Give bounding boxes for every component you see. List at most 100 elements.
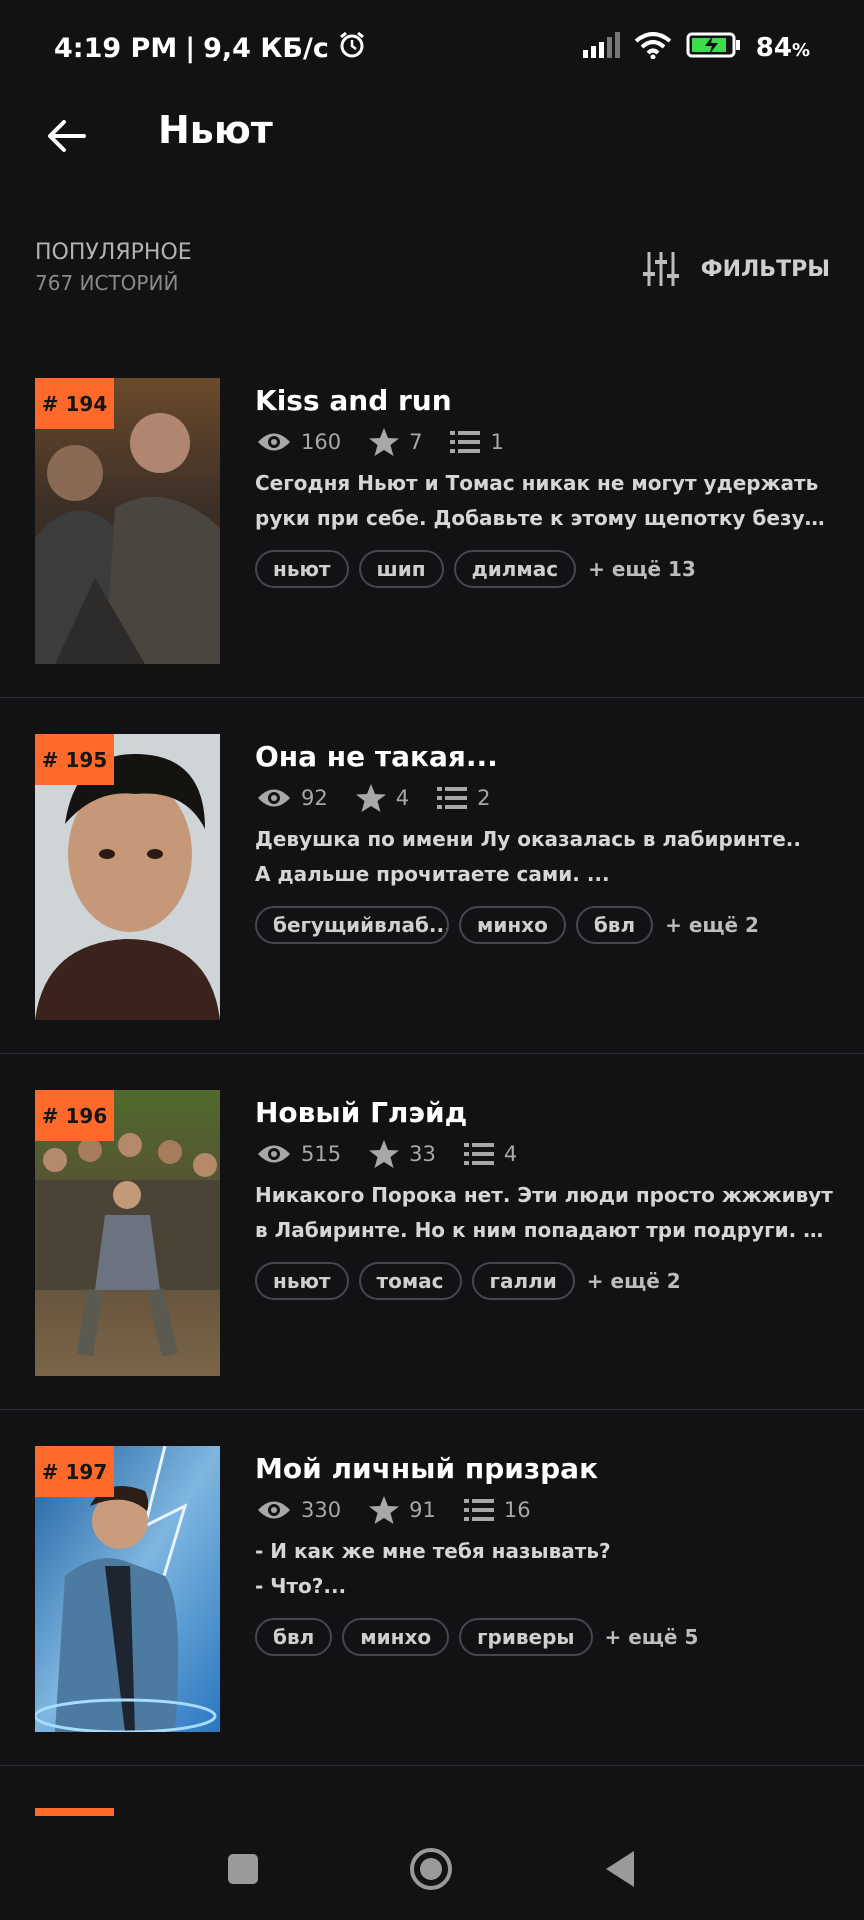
stars-stat: 33: [369, 1140, 436, 1168]
story-cover[interactable]: # 194: [35, 378, 220, 664]
recents-button[interactable]: [220, 1846, 266, 1892]
story-title[interactable]: Мой личный призрак: [255, 1452, 598, 1485]
tag-chip[interactable]: минхо: [342, 1618, 450, 1656]
tag-chip[interactable]: дилмас: [453, 550, 577, 588]
story-stats: 160 7 1: [257, 428, 532, 456]
stars-stat: 4: [355, 784, 410, 812]
story-title[interactable]: Новый Глэйд: [255, 1096, 467, 1129]
story-cover[interactable]: # 197: [35, 1446, 220, 1732]
home-circle-icon: [410, 1848, 452, 1890]
page-title: Ньют: [158, 108, 273, 152]
stars-count: 4: [395, 786, 410, 810]
story-item[interactable]: # 194 Kiss and run 160 7 1 Сегодня Ньют …: [0, 342, 864, 698]
story-item[interactable]: # 196 Новый Глэйд 515 33 4 Никакого Поро…: [0, 1054, 864, 1410]
description-line: - И как же мне тебя называть?: [255, 1539, 611, 1563]
story-cover[interactable]: # 196: [35, 1090, 220, 1376]
story-description: Никакого Порока нет. Эти люди просто жжж…: [255, 1178, 835, 1248]
back-button[interactable]: [40, 110, 92, 162]
description-line: Никакого Порока нет. Эти люди просто жжж…: [255, 1183, 833, 1207]
list-icon: [437, 787, 468, 809]
more-tags-link[interactable]: + ещё 13: [588, 557, 696, 581]
views-count: 92: [301, 786, 328, 810]
description-line: Девушка по имени Лу оказалась в лабиринт…: [255, 827, 801, 851]
battery-charging-icon: [686, 31, 742, 66]
tag-chip[interactable]: ньют: [255, 550, 349, 588]
story-title[interactable]: Она не такая...: [255, 740, 498, 773]
tag-chip[interactable]: бегущийвлаб...: [255, 906, 449, 944]
arrow-left-icon: [48, 120, 86, 152]
status-divider: |: [185, 32, 196, 64]
story-stats: 330 91 16: [257, 1496, 559, 1524]
description-line: Сегодня Ньют и Томас никак не могут удер…: [255, 471, 819, 495]
tag-chip[interactable]: гриверы: [459, 1618, 593, 1656]
views-stat: 330: [257, 1498, 341, 1522]
chapters-stat: 16: [463, 1498, 531, 1522]
story-item[interactable]: # 197 Мой личный призрак 330 91 16 - И к…: [0, 1410, 864, 1766]
description-line: - Что?...: [255, 1574, 347, 1598]
stars-stat: 7: [369, 428, 422, 456]
tag-chip[interactable]: ньют: [255, 1262, 349, 1300]
status-time: 4:19 PM: [54, 32, 178, 64]
status-right: 84%: [582, 31, 810, 66]
stars-count: 33: [409, 1142, 436, 1166]
views-count: 515: [301, 1142, 342, 1166]
chapters-stat: 4: [463, 1142, 518, 1166]
back-nav-button[interactable]: [598, 1846, 644, 1892]
eye-icon: [258, 433, 290, 451]
stars-count: 7: [409, 430, 423, 454]
rank-badge: # 194: [35, 378, 114, 429]
story-list: # 194 Kiss and run 160 7 1 Сегодня Ньют …: [0, 342, 864, 1766]
story-item[interactable]: # 195 Она не такая... 92 4 2 Девушка по …: [0, 698, 864, 1054]
alarm-icon: [337, 30, 367, 67]
list-icon: [463, 1499, 494, 1521]
more-tags-link[interactable]: + ещё 5: [605, 1625, 699, 1649]
star-icon: [369, 1496, 400, 1524]
tag-list: ньют томас галли + ещё 2: [255, 1262, 681, 1300]
star-icon: [355, 784, 386, 812]
network-speed: 9,4 КБ/с: [203, 32, 329, 64]
next-item-rank-badge-peek: [35, 1808, 114, 1816]
eye-icon: [258, 789, 290, 807]
chapters-count: 2: [477, 786, 491, 810]
chapters-count: 4: [503, 1142, 518, 1166]
eye-icon: [258, 1145, 290, 1163]
tag-list: бегущийвлаб... минхо бвл + ещё 2: [255, 906, 759, 944]
more-tags-link[interactable]: + ещё 2: [665, 913, 759, 937]
story-cover[interactable]: # 195: [35, 734, 220, 1020]
tag-chip[interactable]: галли: [471, 1262, 575, 1300]
back-triangle-icon: [606, 1851, 634, 1887]
rank-badge: # 196: [35, 1090, 114, 1141]
recents-square-icon: [228, 1854, 258, 1884]
home-button[interactable]: [408, 1846, 454, 1892]
description-line: в Лабиринте. Но к ним попадают три подру…: [255, 1218, 835, 1242]
tag-chip[interactable]: томас: [358, 1262, 462, 1300]
status-bar: 4:19 PM | 9,4 КБ/с 84%: [0, 0, 864, 96]
signal-icon: [582, 31, 620, 65]
story-stats: 92 4 2: [257, 784, 518, 812]
tag-chip[interactable]: шип: [358, 550, 444, 588]
eye-icon: [258, 1501, 290, 1519]
story-title[interactable]: Kiss and run: [255, 384, 452, 417]
rank-badge: # 195: [35, 734, 114, 785]
tag-chip[interactable]: минхо: [459, 906, 566, 944]
battery-percent: 84%: [756, 33, 810, 63]
section-header: ПОПУЛЯРНОЕ 767 ИСТОРИЙ ФИЛЬТРЫ: [35, 240, 830, 304]
views-count: 160: [301, 430, 342, 454]
battery-percent-value: 84: [755, 33, 792, 63]
more-tags-link[interactable]: + ещё 2: [587, 1269, 681, 1293]
stars-stat: 91: [369, 1496, 436, 1524]
filters-label: ФИЛЬТРЫ: [700, 256, 830, 282]
stars-count: 91: [409, 1498, 436, 1522]
story-description: Девушка по имени Лу оказалась в лабиринт…: [255, 822, 835, 892]
filters-button[interactable]: ФИЛЬТРЫ: [642, 252, 830, 286]
story-description: - И как же мне тебя называть? - Что?...: [255, 1534, 835, 1604]
status-left: 4:19 PM | 9,4 КБ/с: [54, 30, 367, 67]
story-stats: 515 33 4: [257, 1140, 545, 1168]
chapters-stat: 1: [450, 430, 504, 454]
views-stat: 160: [257, 430, 341, 454]
sliders-icon: [642, 252, 679, 286]
star-icon: [369, 1140, 400, 1168]
tag-chip[interactable]: бвл: [575, 906, 654, 944]
description-line: руки при себе. Добавьте к этому щепотку …: [255, 506, 835, 530]
tag-chip[interactable]: бвл: [255, 1618, 333, 1656]
